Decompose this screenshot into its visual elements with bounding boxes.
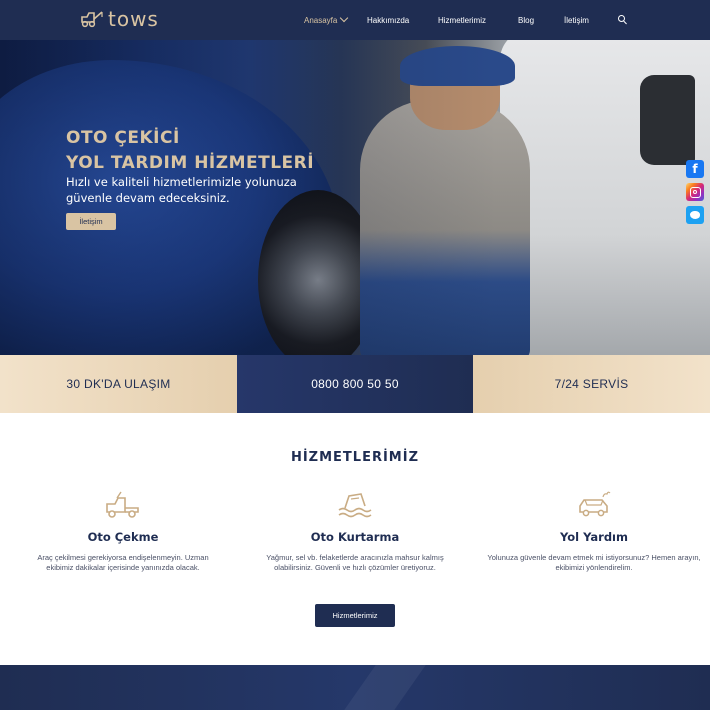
social-links: f (686, 160, 704, 229)
car-breakdown-icon (579, 491, 611, 517)
nav-item-hizmetlerimiz[interactable]: Hizmetlerimiz (438, 16, 486, 25)
nav-item-anasayfa[interactable]: Anasayfa (304, 13, 349, 25)
band-phone-number[interactable]: 0800 800 50 50 (237, 355, 473, 413)
hero-description: Hızlı ve kaliteli hizmetlerimizle yolunu… (66, 175, 297, 205)
instagram-glyph (689, 186, 701, 198)
service-description: Araç çekilmesi gerekiyorsa endişelenmeyi… (37, 553, 209, 572)
nav-item-iletisim[interactable]: İletişim (564, 16, 589, 25)
logo[interactable]: tows (80, 8, 159, 30)
service-description: Yağmur, sel vb. felaketlerde aracınızla … (266, 553, 444, 572)
twitter-bird-glyph (690, 211, 700, 219)
tow-truck-logo-icon (81, 11, 103, 28)
services-title: HİZMETLERİMİZ (290, 450, 420, 465)
hero-title: OTO ÇEKİCİ YOL TARDIM HİZMETLERİ (66, 126, 314, 176)
chevron-down-icon (340, 13, 349, 23)
service-name: Yol Yardım (560, 530, 628, 544)
hero-title-line-2: YOL TARDIM HİZMETLERİ (66, 153, 315, 173)
service-description: Yolunuza güvenle devam etmek mi istiyors… (487, 553, 701, 572)
service-name: Oto Kurtarma (310, 530, 400, 544)
band-service-hours: 7/24 SERVİS (473, 355, 710, 413)
info-band: 30 DK'DA ULAŞIM 0800 800 50 50 7/24 SERV… (0, 355, 710, 413)
footer-section (0, 665, 710, 710)
service-card-oto-kurtarma: Oto Kurtarma Yağmur, sel vb. felaketlerd… (237, 490, 473, 573)
logo-text: tows (108, 7, 159, 31)
nav-item-label: Anasayfa (304, 16, 338, 25)
hero-title-line-1: OTO ÇEKİCİ (66, 128, 180, 148)
twitter-icon[interactable] (686, 206, 704, 224)
hero-banner: OTO ÇEKİCİ YOL TARDIM HİZMETLERİ Hızlı v… (0, 40, 710, 355)
facebook-icon[interactable]: f (686, 160, 704, 178)
flooded-car-icon (338, 493, 372, 518)
hero-contact-button[interactable]: İletişim (66, 213, 116, 230)
nav-item-hakkimizda[interactable]: Hakkımızda (367, 16, 409, 25)
nav-item-blog[interactable]: Blog (518, 16, 534, 25)
service-name: Oto Çekme (87, 530, 159, 544)
service-card-oto-cekme: Oto Çekme Araç çekilmesi gerekiyorsa end… (5, 490, 241, 573)
band-arrival-time: 30 DK'DA ULAŞIM (0, 355, 237, 413)
search-icon[interactable] (618, 15, 625, 22)
services-button[interactable]: Hizmetlerimiz (315, 604, 395, 627)
service-card-yol-yardim: Yol Yardım Yolunuza güvenle devam etmek … (476, 490, 710, 573)
tow-truck-icon (106, 491, 139, 518)
top-navbar: tows Anasayfa Hakkımızda Hizmetlerimiz B… (0, 0, 710, 40)
instagram-icon[interactable] (686, 183, 704, 201)
page: tows Anasayfa Hakkımızda Hizmetlerimiz B… (0, 0, 710, 710)
